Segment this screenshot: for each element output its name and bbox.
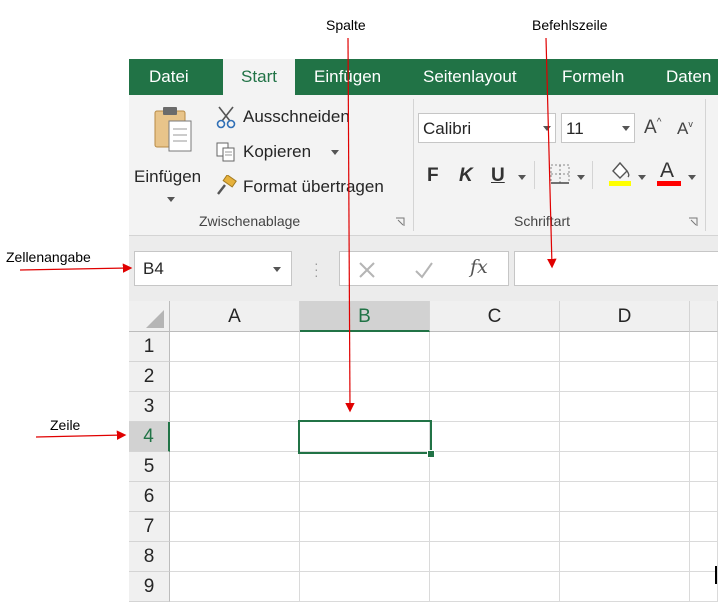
arrow-name-box: [19, 263, 133, 273]
arrow-column: [345, 37, 355, 413]
annotation-arrows: [19, 37, 557, 440]
arrow-formula-bar: [545, 37, 557, 269]
arrow-row: [35, 430, 127, 440]
